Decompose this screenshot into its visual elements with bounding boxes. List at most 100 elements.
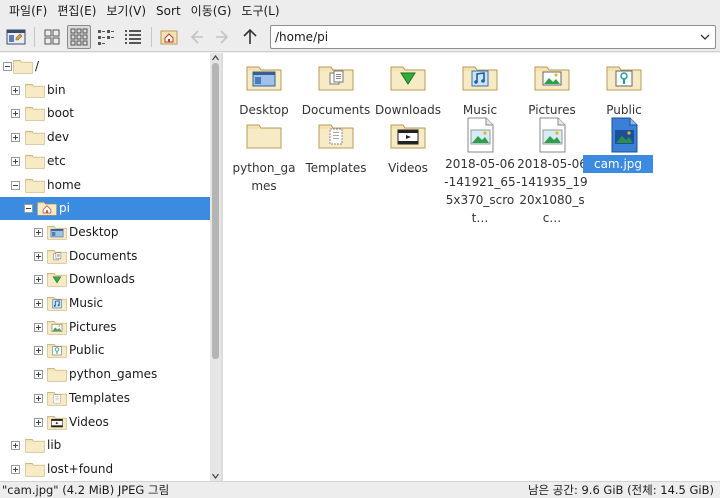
list-view-button[interactable] (121, 25, 145, 49)
tree-item-Documents[interactable]: Documents (0, 245, 210, 268)
path-dropdown-button[interactable] (695, 26, 715, 48)
file-name: cam.jpg (583, 155, 653, 173)
menu-edit[interactable]: 편집(E) (52, 0, 101, 22)
selection-info: "cam.jpg" (4.2 MiB) JPEG 그림 (2, 483, 170, 497)
file-item-downloads[interactable]: Downloads (372, 61, 444, 121)
scrollbar-thumb[interactable] (212, 63, 219, 359)
tree-item-label: Documents (69, 249, 138, 263)
tree-item-label: Videos (69, 415, 109, 429)
expand-icon[interactable] (11, 109, 20, 118)
folder-icon (25, 177, 45, 193)
documents-folder-icon (47, 250, 67, 264)
scroll-down-icon[interactable] (212, 472, 219, 480)
file-item-music[interactable]: Music (444, 61, 516, 121)
collapse-icon[interactable] (24, 204, 33, 213)
expand-icon[interactable] (11, 157, 20, 166)
expand-icon[interactable] (11, 86, 20, 95)
public-folder-icon (47, 342, 67, 358)
expand-icon[interactable] (34, 418, 43, 427)
thumbnail-view-icon (70, 28, 88, 45)
tree-item-Templates[interactable]: Templates (0, 387, 210, 410)
tree-item-etc[interactable]: etc (0, 150, 210, 173)
tree-item-label: Downloads (69, 272, 135, 286)
tree-item-lib[interactable]: lib (0, 434, 210, 457)
file-name: Downloads (375, 103, 441, 117)
public-folder-icon (606, 66, 642, 91)
collapse-icon[interactable] (11, 181, 20, 190)
tree-item-boot[interactable]: boot (0, 102, 210, 125)
forward-button[interactable] (211, 25, 235, 49)
tree-scrollbar[interactable] (210, 53, 221, 481)
menu-file[interactable]: 파일(F) (4, 0, 52, 22)
tree-item-home[interactable]: home (0, 174, 210, 197)
folder-icon (13, 60, 33, 74)
expand-icon[interactable] (34, 252, 43, 261)
path-input[interactable] (271, 27, 695, 47)
icon-view-button[interactable] (40, 25, 64, 49)
toolbar (0, 22, 720, 52)
desktop-folder-icon (47, 226, 67, 240)
file-item-videos[interactable]: Videos (372, 119, 444, 179)
tree-item-dev[interactable]: dev (0, 126, 210, 149)
image-file-icon (539, 117, 566, 153)
tree-item-Videos[interactable]: Videos (0, 411, 210, 434)
expand-icon[interactable] (34, 299, 43, 308)
file-item-cam-jpg[interactable]: cam.jpg (583, 117, 660, 179)
downloads-folder-icon (390, 66, 426, 91)
tree-item-Public[interactable]: Public (0, 339, 210, 362)
menu-go[interactable]: 이동(G) (186, 0, 237, 22)
expand-icon[interactable] (34, 370, 43, 379)
file-item-public[interactable]: Public (588, 61, 660, 121)
menu-tools[interactable]: 도구(L) (236, 0, 284, 22)
folder-icon (47, 366, 67, 382)
expand-icon[interactable] (34, 228, 43, 237)
thumbnail-view-button[interactable] (67, 24, 91, 49)
folder-icon (246, 124, 282, 149)
expand-icon[interactable] (34, 323, 43, 332)
tree-item-Downloads[interactable]: Downloads (0, 268, 210, 291)
tree-item-pi[interactable]: pi (0, 197, 210, 220)
file-item-pictures[interactable]: Pictures (516, 61, 588, 121)
expand-icon[interactable] (34, 394, 43, 403)
tree-item-bin[interactable]: bin (0, 79, 210, 102)
scroll-up-icon[interactable] (212, 54, 219, 62)
expand-icon[interactable] (11, 133, 20, 142)
new-window-button[interactable] (4, 25, 28, 49)
file-view: Desktop Documents Downloads Music Pictur… (223, 53, 720, 481)
tree-item-lost-found[interactable]: lost+found (0, 458, 210, 481)
up-button[interactable] (238, 25, 262, 49)
tree-item-Music[interactable]: Music (0, 292, 210, 315)
tree-item-python-games[interactable]: python_games (0, 363, 210, 386)
back-button[interactable] (184, 25, 208, 49)
home-button[interactable] (157, 25, 181, 49)
expand-icon[interactable] (34, 346, 43, 355)
file-item-python-games[interactable]: python_games (228, 119, 300, 193)
file-item-desktop[interactable]: Desktop (228, 61, 300, 121)
compact-view-button[interactable] (94, 25, 118, 49)
toolbar-separator (151, 26, 152, 47)
folder-icon (25, 129, 45, 145)
expand-icon[interactable] (11, 465, 20, 474)
tree-item-root[interactable]: / (0, 55, 210, 78)
expand-icon[interactable] (34, 275, 43, 284)
expand-icon[interactable] (11, 441, 20, 450)
toolbar-separator (34, 26, 35, 47)
folder-icon (25, 153, 45, 169)
file-item-documents[interactable]: Documents (300, 61, 372, 121)
file-item-templates[interactable]: Templates (300, 119, 372, 179)
tree-item-label: Public (69, 343, 105, 357)
tree-item-Pictures[interactable]: Pictures (0, 316, 210, 339)
documents-folder-icon (47, 248, 67, 264)
tree-item-Desktop[interactable]: Desktop (0, 221, 210, 244)
home-folder-icon (37, 202, 57, 216)
file-item-2018-05-06-141935-1920x1080-sc[interactable]: 2018-05-06-141935_1920x1080_sc… (516, 117, 588, 229)
folder-icon (25, 107, 45, 121)
new-window-icon (6, 29, 26, 44)
videos-folder-icon (47, 414, 67, 430)
menu-view[interactable]: 보기(V) (101, 0, 151, 22)
menu-sort[interactable]: Sort (151, 0, 186, 22)
folder-icon (25, 131, 45, 145)
file-item-2018-05-06-141921-655x370-scro[interactable]: 2018-05-06-141921_655x370_scrot… (444, 117, 516, 229)
folder-icon (25, 437, 45, 453)
collapse-icon[interactable] (3, 62, 12, 71)
